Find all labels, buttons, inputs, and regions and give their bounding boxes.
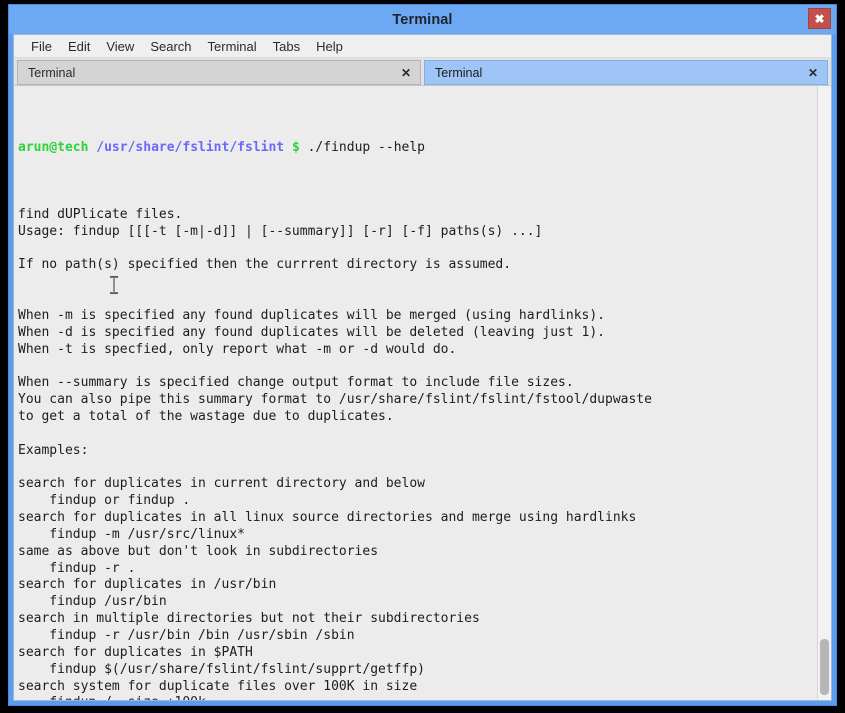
menu-item-help[interactable]: Help [308,37,351,56]
terminal-line: When --summary is specified change outpu… [18,375,574,391]
terminal-line: When -d is specified any found duplicate… [18,324,605,340]
tab-terminal-2[interactable]: Terminal ✕ [424,60,828,85]
terminal-output[interactable]: arun@tech /usr/share/fslint/fslint $ ./f… [14,86,817,700]
terminal-line: search for duplicates in all linux sourc… [18,510,637,526]
terminal-line: findup $(/usr/share/fslint/fslint/supprt… [18,661,425,677]
terminal-line: You can also pipe this summary format to… [18,392,652,408]
terminal-line: When -t is specfied, only report what -m… [18,341,457,357]
menubar: File Edit View Search Terminal Tabs Help [14,35,831,58]
terminal-window: Terminal ✖ File Edit View Search Termina… [8,4,837,706]
tab-close-icon[interactable]: ✕ [401,67,411,79]
terminal-line: find dUPlicate files. [18,206,183,222]
window-title: Terminal [392,11,453,28]
close-icon: ✖ [814,11,825,26]
terminal-line: search for duplicates in current directo… [18,476,425,492]
menu-item-tabs[interactable]: Tabs [265,37,308,56]
prompt-symbol: $ [291,139,300,155]
terminal-command: ./findup --help [307,139,426,155]
terminal-output-lines: find dUPlicate files. Usage: findup [[[-t… [18,207,817,700]
terminal-line: to get a total of the wastage due to dup… [18,409,394,425]
prompt-path: /usr/share/fslint/fslint [96,139,285,155]
tab-close-icon[interactable]: ✕ [808,67,818,79]
terminal-line: search for duplicates in $PATH [18,644,253,660]
menu-item-file[interactable]: File [23,37,60,56]
menu-item-search[interactable]: Search [142,37,199,56]
window-titlebar[interactable]: Terminal ✖ [9,5,836,34]
terminal-line: same as above but don't look in subdirec… [18,543,379,559]
menu-item-edit[interactable]: Edit [60,37,98,56]
terminal-prompt-line: arun@tech /usr/share/fslint/fslint $ ./f… [18,140,817,157]
terminal-area: arun@tech /usr/share/fslint/fslint $ ./f… [14,85,831,700]
tab-label: Terminal [28,65,76,80]
terminal-line: findup /usr/bin [18,594,167,610]
tab-label: Terminal [435,65,483,80]
terminal-line: search system for duplicate files over 1… [18,678,418,694]
terminal-line: When -m is specified any found duplicate… [18,307,605,323]
terminal-line: findup / -size +100k [18,695,817,700]
terminal-line: findup -r /usr/bin /bin /usr/sbin /sbin [18,628,355,643]
terminal-scrollbar[interactable] [817,86,831,700]
terminal-line: search for duplicates in /usr/bin [18,577,277,593]
terminal-line: Examples: [18,442,89,458]
scrollbar-thumb[interactable] [820,639,829,695]
tab-terminal-1[interactable]: Terminal ✕ [17,60,421,85]
terminal-line: Usage: findup [[[-t [-m|-d]] | [--summar… [18,223,543,239]
terminal-line: search in multiple directories but not t… [18,611,480,627]
tab-bar: Terminal ✕ Terminal ✕ [14,58,831,85]
terminal-line: findup -r . [18,560,136,576]
terminal-line: findup or findup . [18,493,191,509]
menu-item-terminal[interactable]: Terminal [200,37,265,56]
menu-item-view[interactable]: View [98,37,142,56]
window-client-area: File Edit View Search Terminal Tabs Help… [13,34,832,701]
terminal-line: findup -m /usr/src/linux* [18,526,245,542]
prompt-user: arun@tech [18,139,89,155]
window-close-button[interactable]: ✖ [808,8,831,29]
terminal-line: If no path(s) specified then the currren… [18,257,512,273]
